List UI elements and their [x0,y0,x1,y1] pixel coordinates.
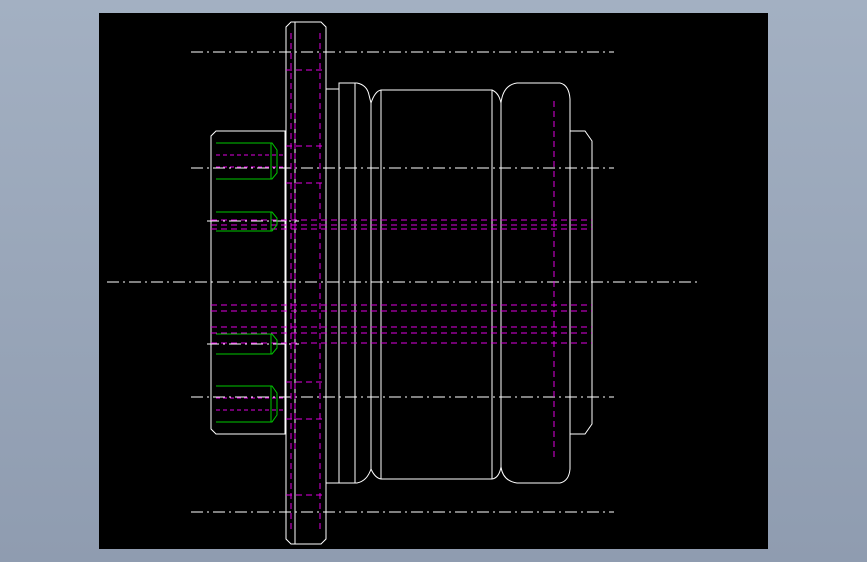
threaded-hole-4 [216,385,278,423]
drawing-canvas[interactable] [99,13,768,549]
cad-drawing [107,21,699,545]
centerlines [107,51,699,513]
main-body [370,89,502,480]
right-body [500,82,571,484]
cad-viewport[interactable] [0,0,867,562]
neck-step [326,88,340,484]
threaded-hole-1 [216,142,278,180]
hidden-lines [211,33,592,533]
part-outline [210,21,593,545]
